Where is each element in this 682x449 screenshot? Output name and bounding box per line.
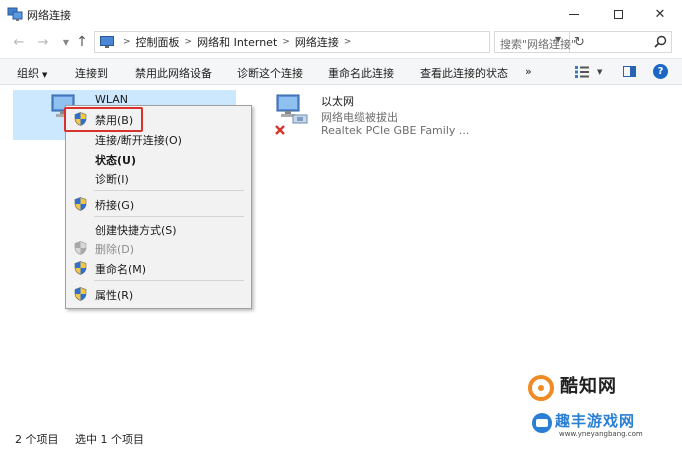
menu-label: 重命名(M) (95, 263, 147, 276)
menu-label: 状态(U) (95, 154, 136, 167)
chevron-right-icon: > (282, 37, 290, 47)
menu-label: 连接/断开连接(O) (95, 134, 182, 147)
view-status-button[interactable]: 查看此连接的状态 (420, 65, 508, 81)
menu-separator (94, 190, 244, 191)
close-icon: ✕ (654, 6, 666, 22)
menu-item-status[interactable]: 状态(U) (66, 149, 251, 169)
close-button[interactable]: ✕ (638, 0, 682, 28)
title-bar: 网络连接 ✕ (0, 0, 682, 28)
selected-count: 选中 1 个项目 (75, 433, 144, 446)
uac-shield-icon (74, 241, 87, 255)
chevron-right-icon: > (123, 37, 131, 47)
uac-shield-icon (74, 261, 87, 275)
disable-device-button[interactable]: 禁用此网络设备 (135, 65, 212, 81)
menu-item-diagnose[interactable]: 诊断(I) (66, 168, 251, 188)
network-connections-icon (7, 7, 23, 21)
view-options-icon (575, 66, 589, 78)
organize-label: 组织 (17, 67, 39, 80)
uac-shield-icon (74, 287, 87, 301)
up-button[interactable]: ↑ (73, 33, 91, 51)
minimize-icon (569, 13, 579, 15)
connect-to-button[interactable]: 连接到 (75, 65, 108, 81)
menu-item-connect-disconnect[interactable]: 连接/断开连接(O) (66, 129, 251, 149)
chevron-right-icon: > (343, 37, 352, 47)
watermark-text-1: 酷知网 (560, 376, 617, 397)
preview-pane-button[interactable] (623, 66, 636, 77)
highlight-annotation-box (64, 107, 143, 132)
command-bar: 组织 ▼ 连接到 禁用此网络设备 诊断这个连接 重命名此连接 查看此连接的状态 »… (0, 58, 682, 85)
uac-shield-icon (74, 197, 87, 211)
watermark-logo-icon (528, 375, 554, 401)
help-icon: ? (657, 66, 664, 77)
menu-label: 创建快捷方式(S) (95, 224, 177, 237)
item-count: 2 个项目 (15, 433, 59, 446)
diagnose-button[interactable]: 诊断这个连接 (237, 65, 303, 81)
menu-item-create-shortcut[interactable]: 创建快捷方式(S) (66, 219, 251, 239)
breadcrumb-network-internet[interactable]: 网络和 Internet (197, 34, 277, 50)
menu-item-properties[interactable]: 属性(R) (66, 284, 251, 304)
breadcrumb-control-panel[interactable]: 控制面板 (136, 34, 180, 50)
breadcrumb-network-connections[interactable]: 网络连接 (295, 34, 339, 50)
chevron-down-icon: ▼ (42, 71, 48, 79)
arrow-right-icon: → (37, 34, 49, 50)
menu-label: 诊断(I) (95, 173, 129, 186)
chevron-down-icon: ▼ (597, 68, 603, 76)
arrow-up-icon: ↑ (76, 34, 88, 50)
menu-label: 桥接(G) (95, 199, 135, 212)
minimize-button[interactable] (552, 0, 596, 28)
menu-separator (94, 280, 244, 281)
menu-label: 删除(D) (95, 243, 135, 256)
arrow-left-icon: ← (13, 34, 25, 50)
back-button[interactable]: ← (10, 33, 28, 51)
chevron-right-icon: > (184, 37, 193, 47)
organize-button[interactable]: 组织 ▼ (17, 65, 47, 81)
search-box[interactable]: 搜索"网络连接" (494, 31, 672, 53)
menu-item-bridge[interactable]: 桥接(G) (66, 194, 251, 214)
connection-status-ethernet: 网络电缆被拔出 (321, 111, 398, 124)
change-view-button[interactable]: ▼ (575, 65, 605, 79)
forward-button[interactable]: → (34, 33, 52, 51)
connection-name-ethernet: 以太网 (321, 95, 354, 108)
chevron-down-icon: ▼ (62, 37, 70, 47)
menu-item-rename[interactable]: 重命名(M) (66, 258, 251, 278)
more-commands-button[interactable]: » (525, 65, 532, 78)
connection-adapter-ethernet: Realtek PCIe GBE Family ... (321, 124, 470, 137)
menu-separator (94, 216, 244, 217)
menu-item-delete: 删除(D) (66, 238, 251, 258)
search-input[interactable]: 搜索"网络连接" (500, 36, 576, 52)
help-button[interactable]: ? (653, 64, 668, 79)
address-bar[interactable]: > 控制面板 > 网络和 Internet > 网络连接 > ▼ ↻ (94, 31, 585, 53)
menu-label: 属性(R) (95, 289, 134, 302)
control-panel-icon (100, 36, 114, 48)
maximize-icon (613, 9, 623, 19)
connection-item-ethernet[interactable]: 以太网 网络电缆被拔出 Realtek PCIe GBE Family ... (270, 90, 470, 140)
rename-button[interactable]: 重命名此连接 (328, 65, 394, 81)
search-icon (654, 35, 667, 48)
status-bar: 2 个项目 选中 1 个项目 (0, 427, 682, 449)
context-menu: 禁用(B) 连接/断开连接(O) 状态(U) 诊断(I) 桥接(G) 创建快捷方… (65, 105, 252, 309)
maximize-button[interactable] (596, 0, 640, 28)
window-title: 网络连接 (27, 9, 71, 22)
